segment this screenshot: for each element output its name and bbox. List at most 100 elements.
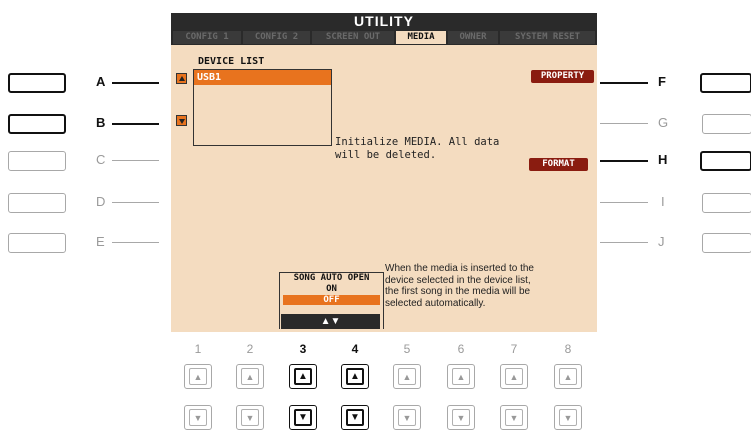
button-j-connector <box>600 242 648 243</box>
button-f-connector <box>600 82 648 84</box>
button-i[interactable] <box>702 193 751 213</box>
device-list: USB1 <box>193 69 332 146</box>
device-list-item-selected[interactable]: USB1 <box>194 70 331 85</box>
button-2-number: 2 <box>246 342 254 356</box>
button-8-down[interactable]: ▼ <box>554 405 582 430</box>
button-i-label: I <box>661 194 665 209</box>
button-5-up[interactable]: ▲ <box>393 364 421 389</box>
button-d-label: D <box>96 194 106 209</box>
down-arrow-icon <box>179 119 185 124</box>
song-auto-open-option-on[interactable]: ON <box>280 284 383 294</box>
button-3-up[interactable]: ▲ <box>289 364 317 389</box>
button-4-down[interactable]: ▼ <box>341 405 369 430</box>
button-1-number: 1 <box>194 342 202 356</box>
tab-config2[interactable]: CONFIG 2 <box>243 31 310 44</box>
button-e[interactable] <box>8 233 66 253</box>
down-arrow-icon: ▼ <box>294 409 312 426</box>
button-8-number: 8 <box>564 342 572 356</box>
button-j-label: J <box>658 234 665 249</box>
tab-config1[interactable]: CONFIG 1 <box>173 31 241 44</box>
down-arrow-icon: ▼ <box>452 409 470 426</box>
button-4-number: 4 <box>351 342 359 356</box>
tab-system-reset[interactable]: SYSTEM RESET <box>500 31 595 44</box>
button-2-up[interactable]: ▲ <box>236 364 264 389</box>
button-d-connector <box>112 202 159 203</box>
button-7-up[interactable]: ▲ <box>500 364 528 389</box>
down-arrow-icon: ▼ <box>505 409 523 426</box>
button-1-up[interactable]: ▲ <box>184 364 212 389</box>
button-b[interactable] <box>8 114 66 134</box>
initialize-message-line2: will be deleted. <box>335 149 437 161</box>
up-arrow-icon: ▲ <box>241 368 259 385</box>
button-c[interactable] <box>8 151 66 171</box>
button-b-label: B <box>96 115 106 130</box>
down-arrow-icon: ▼ <box>398 409 416 426</box>
device-list-label: DEVICE LIST <box>198 56 265 67</box>
button-i-connector <box>600 202 648 203</box>
button-4-up[interactable]: ▲ <box>341 364 369 389</box>
button-a[interactable] <box>8 73 66 93</box>
up-arrow-icon: ▲ <box>294 368 312 385</box>
button-6-up[interactable]: ▲ <box>447 364 475 389</box>
button-e-label: E <box>96 234 105 249</box>
button-f-label: F <box>658 74 666 89</box>
auto-open-message-line: device selected in the device list, <box>385 274 531 286</box>
up-arrow-icon: ▲ <box>559 368 577 385</box>
tab-bar: CONFIG 1 CONFIG 2 SCREEN OUT MEDIA OWNER… <box>171 30 597 45</box>
up-arrow-icon: ▲ <box>346 368 364 385</box>
button-6-down[interactable]: ▼ <box>447 405 475 430</box>
button-h[interactable] <box>700 151 751 171</box>
auto-open-message: When the media is inserted to the device… <box>385 263 595 309</box>
down-arrow-icon: ▼ <box>346 409 364 426</box>
button-7-number: 7 <box>510 342 518 356</box>
tab-owner[interactable]: OWNER <box>448 31 498 44</box>
tab-media[interactable]: MEDIA <box>396 31 446 44</box>
button-7-down[interactable]: ▼ <box>500 405 528 430</box>
up-arrow-icon: ▲ <box>452 368 470 385</box>
button-h-label: H <box>658 152 668 167</box>
format-button[interactable]: FORMAT <box>529 158 588 171</box>
down-arrow-icon: ▼ <box>189 409 207 426</box>
lcd-screen: UTILITY CONFIG 1 CONFIG 2 SCREEN OUT MED… <box>171 13 597 332</box>
tab-screen-out[interactable]: SCREEN OUT <box>312 31 394 44</box>
list-up-button[interactable] <box>176 73 187 84</box>
down-arrow-icon: ▼ <box>559 409 577 426</box>
list-down-button[interactable] <box>176 115 187 126</box>
button-c-connector <box>112 160 159 161</box>
initialize-message-line1: Initialize MEDIA. All data <box>335 136 500 148</box>
property-button[interactable]: PROPERTY <box>531 70 594 83</box>
button-g-connector <box>600 123 648 124</box>
auto-open-message-line: the first song in the media will be <box>385 286 531 297</box>
button-2-down[interactable]: ▼ <box>236 405 264 430</box>
button-g-label: G <box>658 115 669 130</box>
button-a-label: A <box>96 74 106 89</box>
button-d[interactable] <box>8 193 66 213</box>
button-3-number: 3 <box>299 342 307 356</box>
button-6-number: 6 <box>457 342 465 356</box>
song-auto-open-arrows: ▲▼ <box>281 314 380 329</box>
up-arrow-icon: ▲ <box>398 368 416 385</box>
up-arrow-icon: ▲ <box>505 368 523 385</box>
auto-open-message-line: When the media is inserted to the <box>385 263 534 274</box>
button-8-up[interactable]: ▲ <box>554 364 582 389</box>
button-g[interactable] <box>702 114 751 134</box>
song-auto-open-option-off[interactable]: OFF <box>283 295 380 305</box>
button-c-label: C <box>96 152 106 167</box>
button-5-number: 5 <box>403 342 411 356</box>
song-auto-open-label: SONG AUTO OPEN <box>293 273 370 283</box>
up-arrow-icon <box>179 76 185 81</box>
screen-title: UTILITY <box>171 13 597 30</box>
button-j[interactable] <box>702 233 751 253</box>
auto-open-message-line: selected automatically. <box>385 297 486 309</box>
initialize-message: Initialize MEDIA. All data will be delet… <box>335 136 515 162</box>
down-arrow-icon: ▼ <box>241 409 259 426</box>
button-a-connector <box>112 82 159 84</box>
up-arrow-icon: ▲ <box>189 368 207 385</box>
button-e-connector <box>112 242 159 243</box>
button-f[interactable] <box>700 73 751 93</box>
button-3-down[interactable]: ▼ <box>289 405 317 430</box>
button-5-down[interactable]: ▼ <box>393 405 421 430</box>
button-b-connector <box>112 123 159 125</box>
button-1-down[interactable]: ▼ <box>184 405 212 430</box>
button-h-connector <box>600 160 648 162</box>
